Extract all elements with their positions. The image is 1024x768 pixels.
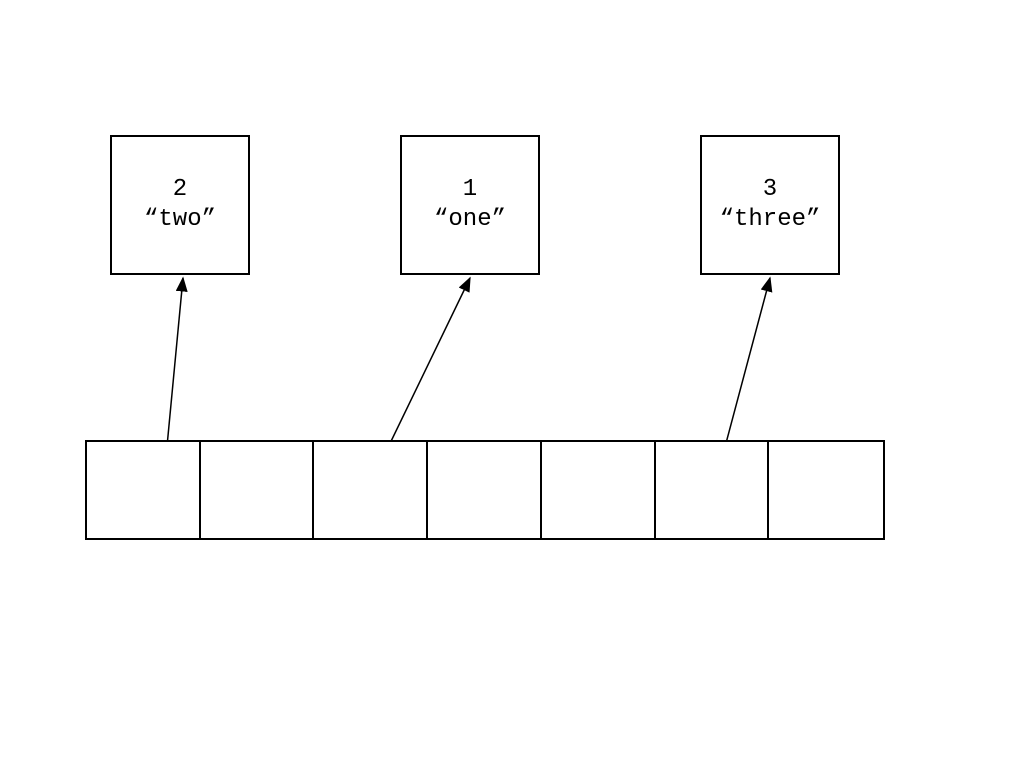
arrows-layer	[0, 0, 1024, 768]
node-string: “two”	[144, 205, 216, 235]
node-box-0: 2 “two”	[110, 135, 250, 275]
array-cell	[201, 442, 315, 538]
node-number: 1	[463, 175, 477, 205]
node-box-1: 1 “one”	[400, 135, 540, 275]
array-cell	[87, 442, 201, 538]
node-string: “one”	[434, 205, 506, 235]
array-cell	[542, 442, 656, 538]
array-box	[85, 440, 885, 540]
node-string: “three”	[720, 205, 821, 235]
diagram-stage: 2 “two” 1 “one” 3 “three”	[0, 0, 1024, 768]
array-cell	[656, 442, 770, 538]
array-cell	[428, 442, 542, 538]
array-cell	[769, 442, 883, 538]
node-number: 3	[763, 175, 777, 205]
array-cell	[314, 442, 428, 538]
node-number: 2	[173, 175, 187, 205]
node-box-2: 3 “three”	[700, 135, 840, 275]
